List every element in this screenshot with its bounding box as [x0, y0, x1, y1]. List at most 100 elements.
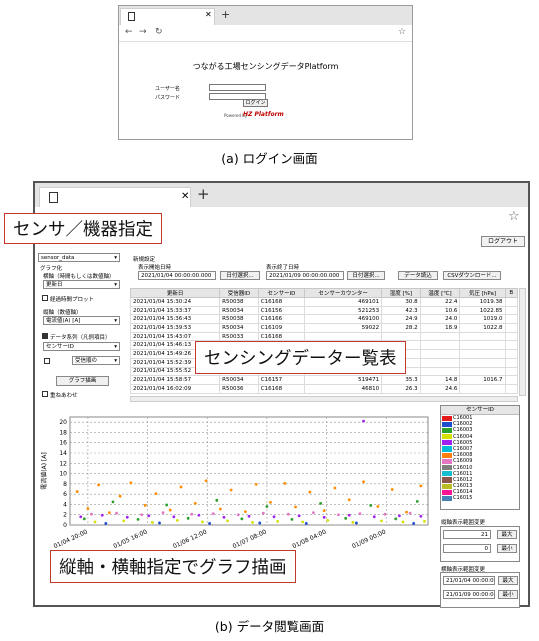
x-axis-select[interactable]: 更新日 ▾: [43, 280, 120, 289]
sensor-color-swatch: [442, 427, 452, 434]
data-point: [226, 519, 229, 523]
x-range-group: 21/01/04 00:00:00 最大 21/01/09 00:00:00 最…: [440, 572, 520, 608]
table-cell: R50038: [219, 314, 259, 325]
table-cell: 26.3: [381, 383, 421, 394]
table-row[interactable]: 2021/01/04 15:36:43 R50038 C16166 469100 24.…: [129, 314, 519, 325]
series-label: データ系列（凡例項目）: [50, 335, 111, 341]
column-header[interactable]: 受信器ID: [219, 288, 259, 298]
x-start-input[interactable]: 21/01/04 00:00:00: [443, 576, 495, 585]
table-cell: C16157: [257, 375, 306, 385]
data-point: [344, 516, 348, 520]
table-cell: 35.3: [381, 375, 421, 385]
y-tick-label: 8: [63, 481, 67, 488]
forward-icon[interactable]: →: [139, 27, 147, 37]
chevron-down-icon: ▾: [114, 255, 117, 261]
data-point: [301, 520, 305, 524]
end-date-input[interactable]: 2021/01/09 00:00:00.000: [266, 271, 344, 280]
data-point: [383, 512, 387, 516]
table-cell: R50034: [219, 323, 259, 333]
series-select[interactable]: センサーID ▾: [43, 342, 120, 351]
main-browser-tab[interactable]: ✕: [39, 187, 191, 207]
table-cell: 469100: [304, 314, 383, 325]
sensor-color-swatch: [442, 458, 452, 464]
dataset-select[interactable]: sensor_data ▾: [38, 253, 120, 262]
end-date-select-button[interactable]: 日付選択...: [347, 271, 385, 280]
table-row[interactable]: 2021/01/04 15:43:07 R50033 C16168: [129, 331, 519, 342]
y-axis-select[interactable]: 電流値(A) [A] ▾: [43, 316, 120, 325]
table-row[interactable]: 2021/01/04 15:33:37 R50034 C16156 521253 42.…: [129, 305, 519, 316]
y-max-button[interactable]: 最大: [497, 530, 517, 539]
table-cell: R50034: [219, 375, 259, 385]
data-point: [222, 515, 226, 519]
data-point: [204, 479, 208, 483]
table-cell: C16168: [257, 297, 306, 307]
login-nav-bar: ← → ↻ ☆: [119, 25, 412, 42]
sensor-color-swatch: [442, 471, 452, 477]
table-cell: [504, 331, 519, 342]
column-header[interactable]: 更新日: [129, 288, 221, 298]
data-point: [376, 505, 380, 508]
draw-graph-button[interactable]: グラフ描画: [56, 376, 109, 386]
reload-icon[interactable]: ↻: [155, 27, 163, 37]
series-order-checkbox[interactable]: [44, 358, 50, 364]
login-browser-tab[interactable]: ✕: [120, 8, 215, 25]
star-icon[interactable]: ☆: [508, 209, 520, 224]
start-date-select-button[interactable]: 日付選択...: [220, 271, 260, 280]
table-row[interactable]: 2021/01/04 16:02:09 R50036 C16168 46810 26.3…: [129, 383, 519, 394]
series-checkbox[interactable]: [42, 333, 48, 339]
new-tab-icon[interactable]: +: [197, 185, 210, 203]
y-tick-label: 12: [59, 460, 67, 467]
y-min-button[interactable]: 最小: [497, 544, 517, 553]
table-horizontal-scrollbar[interactable]: [130, 396, 518, 402]
column-header[interactable]: センサーカウンター: [304, 288, 383, 298]
series-order-select[interactable]: 受信順の ▾: [72, 356, 120, 365]
start-date-input[interactable]: 2021/01/04 00:00:00.000: [138, 271, 216, 280]
sensor-color-swatch: [442, 415, 452, 421]
column-header[interactable]: センサーID: [257, 288, 306, 298]
new-tab-icon[interactable]: +: [221, 8, 230, 21]
table-cell: 22.4: [419, 297, 461, 307]
username-input[interactable]: [209, 84, 266, 91]
column-header[interactable]: 気圧 [hPa]: [459, 288, 506, 298]
table-vertical-scrollbar[interactable]: [519, 288, 526, 396]
login-button[interactable]: ログイン: [243, 99, 268, 107]
table-row[interactable]: 2021/01/04 15:39:53 R50034 C16109 59022 28.2…: [129, 323, 519, 333]
column-header[interactable]: B: [504, 288, 519, 298]
logout-button[interactable]: ログアウト: [481, 236, 525, 247]
data-point: [122, 519, 126, 523]
sensor-list-item[interactable]: C16015: [441, 495, 519, 501]
table-cell: 2021/01/04 16:02:09: [129, 383, 221, 394]
table-cell: [504, 297, 519, 307]
x-min-button[interactable]: 最小: [498, 590, 518, 599]
main-tab-bar: ✕ +: [35, 183, 528, 207]
table-row[interactable]: 2021/01/04 15:30:24 R50038 C16168 469101 30.…: [129, 297, 519, 307]
sensor-rows: C16001 C16002 C16003 C16004 C16005 C16007 C160…: [441, 415, 519, 502]
data-point: [405, 510, 408, 514]
sensor-id-list[interactable]: センサーID C16001 C16002 C16003 C16004 C16005 C16…: [440, 405, 520, 510]
data-point: [415, 499, 419, 503]
sensor-id-label: C16009: [453, 458, 473, 465]
star-icon[interactable]: ☆: [398, 27, 406, 37]
data-point: [193, 502, 197, 505]
data-point: [261, 511, 265, 515]
table-row[interactable]: 2021/01/04 15:58:57 R50034 C16157 519471 35.…: [129, 375, 519, 385]
brand-logo: HZ Platform: [243, 111, 284, 118]
table-cell: [504, 340, 519, 351]
y-max-input[interactable]: 21: [443, 530, 491, 539]
elapsed-time-checkbox[interactable]: [42, 295, 48, 301]
close-icon[interactable]: ✕: [205, 10, 212, 19]
close-icon[interactable]: ✕: [181, 191, 189, 202]
graph-group-label: グラフ化: [40, 266, 63, 272]
back-icon[interactable]: ←: [125, 27, 133, 37]
overlay-checkbox[interactable]: [42, 391, 48, 397]
y-min-input[interactable]: 0: [443, 544, 491, 553]
load-data-button[interactable]: データ読込: [398, 271, 438, 280]
x-max-button[interactable]: 最大: [498, 576, 518, 585]
column-header[interactable]: 温度 [℃]: [419, 288, 461, 298]
x-end-input[interactable]: 21/01/09 00:00:00: [443, 590, 495, 599]
column-header[interactable]: 湿度 [%]: [381, 288, 421, 298]
data-point: [347, 498, 351, 502]
sensor-color-swatch: [442, 434, 452, 440]
csv-download-button[interactable]: CSVダウンロード...: [443, 271, 501, 280]
data-point: [269, 500, 272, 504]
